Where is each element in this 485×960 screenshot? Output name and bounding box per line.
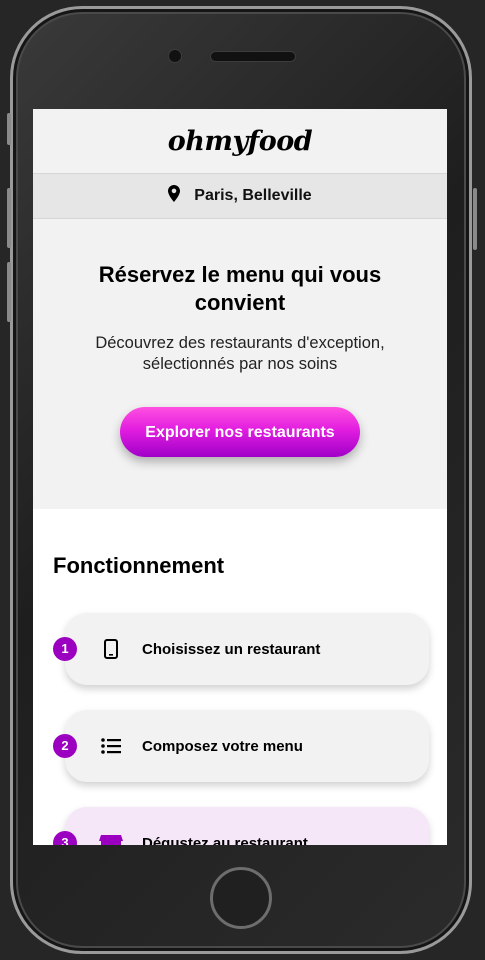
power-button	[473, 188, 477, 250]
mute-switch	[7, 113, 11, 145]
volume-up-button	[7, 188, 11, 248]
smartphone-icon	[99, 637, 123, 661]
step-label: Composez votre menu	[142, 737, 303, 755]
app-screen: ohmyfood Paris, Belleville Réservez le m…	[33, 109, 447, 845]
section-title: Fonctionnement	[53, 553, 225, 578]
earpiece-speaker	[210, 51, 296, 62]
store-icon	[99, 831, 123, 845]
step-card-choose-restaurant[interactable]: 1 Choisissez un restaurant	[53, 613, 429, 685]
step-number-badge: 1	[53, 637, 77, 661]
location-label: Paris, Belleville	[194, 187, 312, 204]
list-icon	[99, 734, 123, 758]
explore-restaurants-button[interactable]: Explorer nos restaurants	[120, 407, 360, 457]
location-bar[interactable]: Paris, Belleville	[33, 173, 447, 219]
step-card-enjoy-restaurant[interactable]: 3 Dégustez au restaurant	[53, 807, 429, 846]
hero-section: Réservez le menu qui vous convient Décou…	[33, 219, 447, 509]
hero-title: Réservez le menu qui vous convient	[98, 262, 382, 315]
step-number-badge: 2	[53, 734, 77, 758]
app-header: ohmyfood	[33, 109, 447, 173]
step-card-compose-menu[interactable]: 2 Composez votre menu	[53, 710, 429, 782]
front-camera	[168, 49, 182, 63]
home-button[interactable]	[210, 867, 272, 929]
step-number-badge: 3	[53, 831, 77, 845]
volume-down-button	[7, 262, 11, 322]
step-label: Dégustez au restaurant	[142, 834, 308, 846]
map-pin-icon	[168, 185, 181, 207]
hero-subtitle: Découvrez des restaurants d'exception, s…	[95, 334, 385, 373]
how-it-works-section: Fonctionnement 1 Choisissez un restauran…	[33, 509, 447, 845]
step-label: Choisissez un restaurant	[142, 640, 321, 658]
app-logo[interactable]: ohmyfood	[168, 126, 313, 157]
